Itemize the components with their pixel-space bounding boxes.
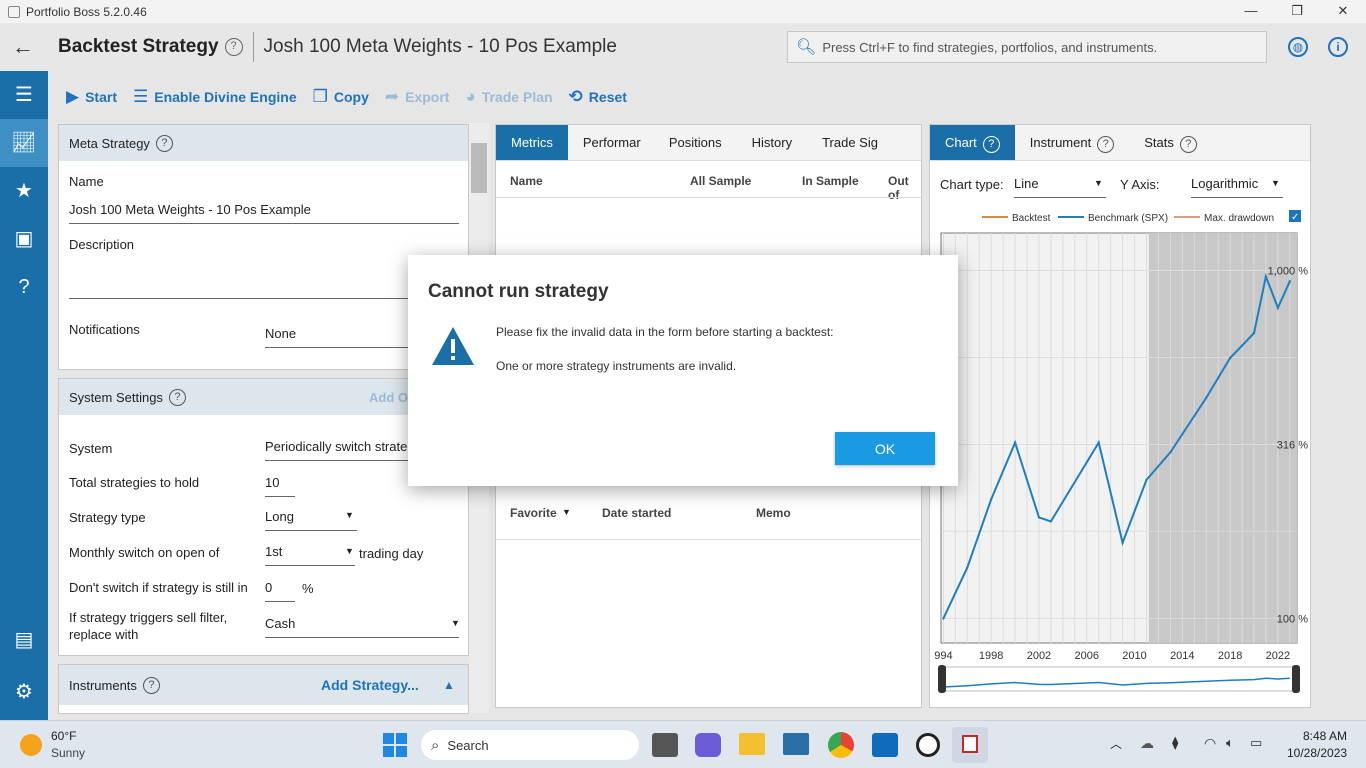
cloud-icon[interactable]: ☁ (1140, 735, 1154, 752)
export-button[interactable]: ➦ Export (385, 87, 450, 107)
error-dialog: Cannot run strategy Please fix the inval… (408, 255, 958, 486)
chart-nav-icon[interactable]: 📈︎ (0, 119, 48, 167)
help-icon[interactable]: ? (224, 38, 243, 56)
stock-app-icon[interactable] (783, 733, 809, 755)
search-input[interactable]: 🔍︎ Press Ctrl+F to find strategies, port… (787, 31, 1267, 63)
copy-button[interactable]: ❐ Copy (313, 87, 369, 107)
volume-icon[interactable]: 🔈︎ (1226, 735, 1234, 751)
back-arrow-icon[interactable]: ← (0, 34, 46, 60)
help-nav-icon[interactable]: ? (0, 263, 48, 311)
reset-button[interactable]: ⟲ Reset (569, 87, 627, 107)
sliders-icon: ☰ (132, 87, 149, 106)
search-placeholder: Press Ctrl+F to find strategies, portfol… (822, 39, 1158, 55)
clock-time[interactable]: 8:48 AM (1303, 729, 1347, 743)
copy-icon: ❐ (312, 87, 328, 106)
weather-status[interactable]: Sunny (51, 746, 85, 760)
window-title: Portfolio Boss 5.2.0.46 (26, 4, 147, 19)
minimize-button[interactable]: — (1228, 0, 1274, 23)
divine-engine-button[interactable]: ☰ Enable Divine Engine (133, 87, 297, 107)
restore-button[interactable]: ❐ (1274, 0, 1320, 23)
chevron-up-icon[interactable]: ︿ (1110, 735, 1122, 752)
globe-icon[interactable]: ◍ (1288, 37, 1308, 57)
toolbar: ▶ Start ☰ Enable Divine Engine ❐ Copy ➦ Expo… (48, 71, 1366, 123)
info-icon[interactable]: i (1328, 37, 1348, 57)
taskbar-search[interactable]: ⌕ Search (421, 730, 639, 760)
battery-icon[interactable]: ▭ (1250, 735, 1262, 751)
trade-plan-button[interactable]: ◕ Trade Plan (465, 87, 552, 107)
clock-date[interactable]: 10/28/2023 (1287, 746, 1347, 760)
sun-icon[interactable] (20, 734, 42, 756)
start-button[interactable]: ▶ Start (66, 87, 117, 107)
meet-icon[interactable] (695, 733, 721, 757)
wifi-icon[interactable]: ◠ (1204, 735, 1216, 752)
chrome-icon[interactable] (828, 732, 854, 758)
header-divider (252, 32, 254, 62)
app-header: ← Backtest Strategy ? Josh 100 Meta Weig… (0, 23, 1366, 71)
export-icon: ➦ (384, 87, 400, 106)
warning-icon (432, 327, 474, 365)
sidebar: ☰ 📈︎ ★ ▣ ? ▤ ⚙ (0, 71, 48, 720)
window-titlebar: Portfolio Boss 5.2.0.46 — ❐ ✕ (0, 0, 1366, 23)
search-icon: ⌕ (431, 736, 440, 754)
snip-icon (962, 735, 978, 753)
strategy-name-title: Josh 100 Meta Weights - 10 Pos Example (263, 36, 617, 57)
folder-star-icon[interactable]: ★ (0, 167, 48, 215)
outlook-icon[interactable] (872, 733, 898, 757)
dropbox-icon[interactable]: ⧫ (1172, 735, 1178, 751)
portfolio-boss-icon[interactable] (916, 733, 940, 757)
reset-icon: ⟲ (568, 87, 583, 106)
close-button[interactable]: ✕ (1320, 0, 1366, 23)
taskbar: 60°F Sunny ⌕ Search ︿ ☁ ⧫ ◠ 🔈︎ ▭ 8:48 AM… (0, 720, 1366, 768)
file-explorer-icon[interactable] (739, 733, 765, 755)
windows-start-icon[interactable] (383, 733, 407, 757)
app-icon (8, 5, 20, 18)
gear-icon[interactable]: ⚙ (0, 668, 48, 716)
play-icon: ▶ (66, 87, 80, 106)
search-icon: 🔍︎ (796, 39, 817, 56)
ok-button[interactable]: OK (835, 432, 935, 465)
dialog-title: Cannot run strategy (428, 281, 609, 302)
task-view-icon[interactable] (652, 733, 678, 757)
document-icon[interactable]: ▤ (0, 616, 48, 664)
menu-icon[interactable]: ☰ (0, 71, 48, 119)
dialog-detail: One or more strategy instruments are inv… (496, 359, 737, 373)
briefcase-icon[interactable]: ▣ (0, 215, 48, 263)
page-title: Backtest Strategy (58, 36, 219, 57)
pie-icon: ◕ (465, 87, 476, 106)
dialog-message: Please fix the invalid data in the form … (496, 325, 834, 339)
weather-temp[interactable]: 60°F (51, 729, 76, 743)
